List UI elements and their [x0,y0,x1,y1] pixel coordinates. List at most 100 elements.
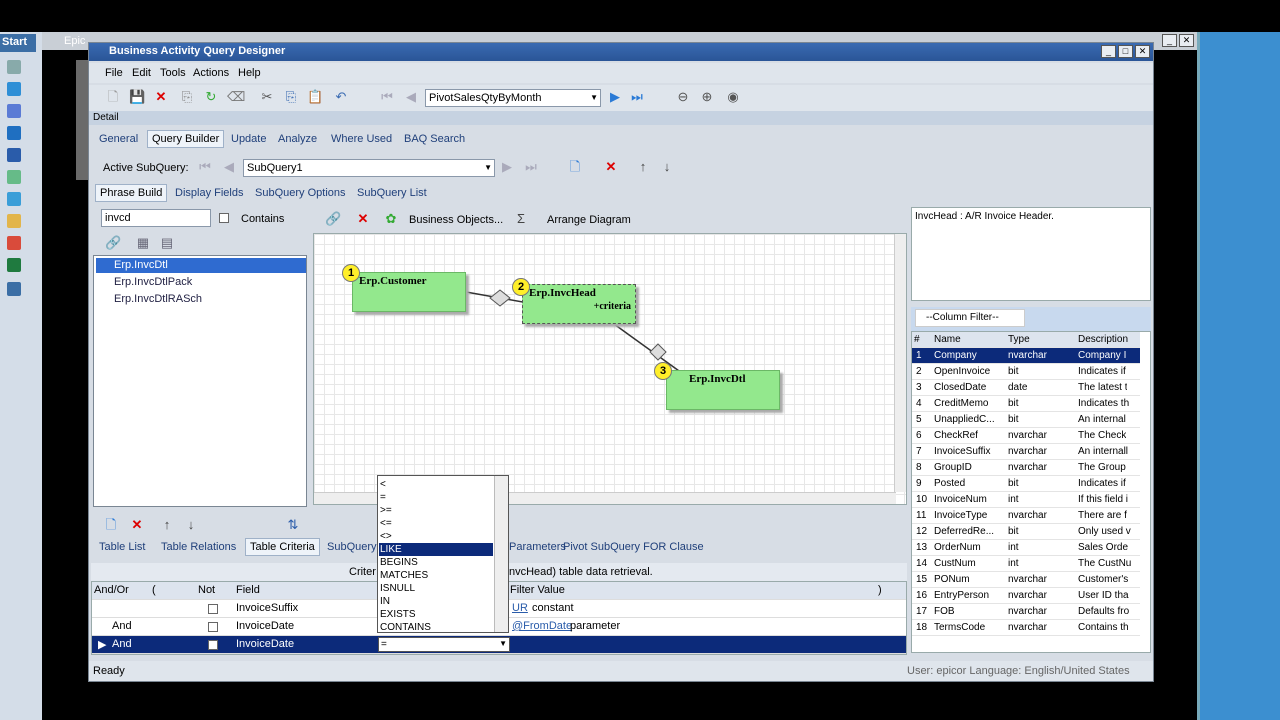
table-row[interactable]: 16 EntryPerson nvarchar User ID tha [912,588,1140,604]
field-cell[interactable]: InvoiceDate [236,620,294,632]
outer-minimize-icon[interactable]: _ [1162,34,1177,47]
prev-record-icon[interactable]: ◀ [403,89,419,105]
app-icon[interactable] [7,60,21,74]
operator-option[interactable]: = [379,491,493,504]
operator-combo[interactable]: = ▼ [378,637,510,652]
list-item[interactable]: Erp.InvcDtlPack [96,275,306,290]
clear-icon[interactable]: ⌫ [227,89,245,105]
filter-value-link[interactable]: UR [512,602,528,614]
chrome-icon[interactable] [7,236,21,250]
start-button[interactable]: Start [0,34,36,52]
table-invchead[interactable]: Erp.InvcHead +criteria [522,284,636,324]
move-down-icon[interactable]: ↓ [659,159,675,175]
business-objects-button[interactable]: Business Objects... [409,214,503,226]
move-up-icon[interactable]: ↑ [159,517,175,533]
column-filter-input[interactable]: --Column Filter-- [915,309,1025,327]
not-checkbox[interactable] [208,604,218,614]
diagram-vscrollbar[interactable] [894,234,906,492]
business-objects-icon[interactable]: ✿ [383,211,399,227]
table-row[interactable]: 6 CheckRef nvarchar The Check [912,428,1140,444]
next-record-icon[interactable]: ▶ [607,89,623,105]
table-row[interactable]: 4 CreditMemo bit Indicates th [912,396,1140,412]
operator-option[interactable]: BEGINS [379,556,493,569]
close-icon[interactable]: ✕ [1135,45,1150,58]
menu-help[interactable]: Help [238,67,261,79]
outlook-icon[interactable] [7,126,21,140]
forward-icon[interactable]: ⊕ [699,89,715,105]
operator-option[interactable]: MATCHES [379,569,493,582]
contains-checkbox[interactable] [219,213,229,223]
home-icon[interactable]: ◉ [725,89,741,105]
tab-update[interactable]: Update [231,133,266,145]
operator-dropdown[interactable]: < = >= <= <> LIKE BEGINS MATCHES ISNULL IN EXISTS C… [377,475,509,633]
table-row[interactable]: 2 OpenInvoice bit Indicates if [912,364,1140,380]
operator-option[interactable]: < [379,478,493,491]
word-icon[interactable] [7,148,21,162]
prev-subquery-icon[interactable]: ◀ [221,159,237,175]
tab-phrase-build[interactable]: Phrase Build [95,184,168,202]
operator-option[interactable]: LIKE [379,543,493,556]
table-row[interactable]: 18 TermsCode nvarchar Contains th [912,620,1140,636]
table-row[interactable]: 17 FOB nvarchar Defaults fro [912,604,1140,620]
operator-option[interactable]: >= [379,504,493,517]
back-icon[interactable]: ⊖ [675,89,691,105]
delete-criteria-icon[interactable]: ✕ [129,517,145,533]
link-icon[interactable]: 🔗 [325,211,341,227]
table-row[interactable]: 8 GroupID nvarchar The Group [912,460,1140,476]
table-search-input[interactable]: invcd [101,209,211,227]
maximize-icon[interactable]: □ [1118,45,1133,58]
join-diamond[interactable] [489,289,511,307]
table-row[interactable]: 14 CustNum int The CustNu [912,556,1140,572]
andor-cell[interactable]: And [112,638,132,650]
delete-icon[interactable]: ✕ [153,89,169,105]
table-row[interactable]: 10 InvoiceNum int If this field i [912,492,1140,508]
link-icon[interactable]: 🔗 [105,235,121,251]
excel-icon[interactable] [7,258,21,272]
table-row[interactable]: ▶ And InvoiceDate = ▼ [92,636,906,654]
operator-option[interactable]: <= [379,517,493,530]
minimize-icon[interactable]: _ [1101,45,1116,58]
tab-table-relations[interactable]: Table Relations [161,541,236,553]
grid-icon[interactable]: ▦ [135,235,151,251]
delete-subquery-icon[interactable]: ✕ [603,159,619,175]
tab-general[interactable]: General [99,133,138,145]
filter-value-link[interactable]: @FromDate [512,620,572,632]
tab-table-criteria[interactable]: Table Criteria [245,538,320,556]
epicor-icon[interactable] [7,282,21,296]
first-subquery-icon[interactable]: ⏮ [197,159,213,175]
list-item[interactable]: Erp.InvcDtlRASch [96,292,306,307]
grid-header-cell[interactable]: Type [1008,334,1030,345]
app-icon[interactable] [7,104,21,118]
copy-icon[interactable]: ⎘ [179,89,195,105]
table-invcdtl[interactable]: Erp.InvcDtl [666,370,780,410]
grid-header-cell[interactable]: Name [934,334,961,345]
grid-header-cell[interactable]: Description [1078,334,1128,345]
field-cell[interactable]: InvoiceDate [236,638,294,650]
table-row[interactable]: 13 OrderNum int Sales Orde [912,540,1140,556]
browser-icon[interactable] [7,192,21,206]
operator-option[interactable]: EXISTS [379,608,493,621]
tab-baq-search[interactable]: BAQ Search [404,133,465,145]
app-icon[interactable] [7,82,21,96]
not-checkbox[interactable] [208,622,218,632]
sum-icon[interactable]: Σ [513,211,529,227]
copy2-icon[interactable]: ⎘ [283,89,299,105]
join-diamond[interactable] [649,343,667,361]
tab-display-fields[interactable]: Display Fields [175,187,243,199]
tab-analyze[interactable]: Analyze [278,133,317,145]
table-row[interactable]: 12 DeferredRe... bit Only used v [912,524,1140,540]
query-selector[interactable]: PivotSalesQtyByMonth ▼ [425,89,601,107]
table-row[interactable]: 3 ClosedDate date The latest t [912,380,1140,396]
next-subquery-icon[interactable]: ▶ [499,159,515,175]
tab-where-used[interactable]: Where Used [331,133,392,145]
field-cell[interactable]: InvoiceSuffix [236,602,298,614]
dropdown-scrollbar[interactable] [494,476,508,632]
menu-edit[interactable]: Edit [132,67,151,79]
tab-pivot-subquery[interactable]: Pivot SubQuery FOR Clause [563,541,704,553]
table-row[interactable]: 1 Company nvarchar Company I [912,348,1140,364]
table-row[interactable]: 5 UnappliedC... bit An internal [912,412,1140,428]
menu-tools[interactable]: Tools [160,67,186,79]
save-icon[interactable]: 💾 [129,89,145,105]
operator-option[interactable]: ISNULL [379,582,493,595]
table-icon[interactable]: ▤ [159,235,175,251]
